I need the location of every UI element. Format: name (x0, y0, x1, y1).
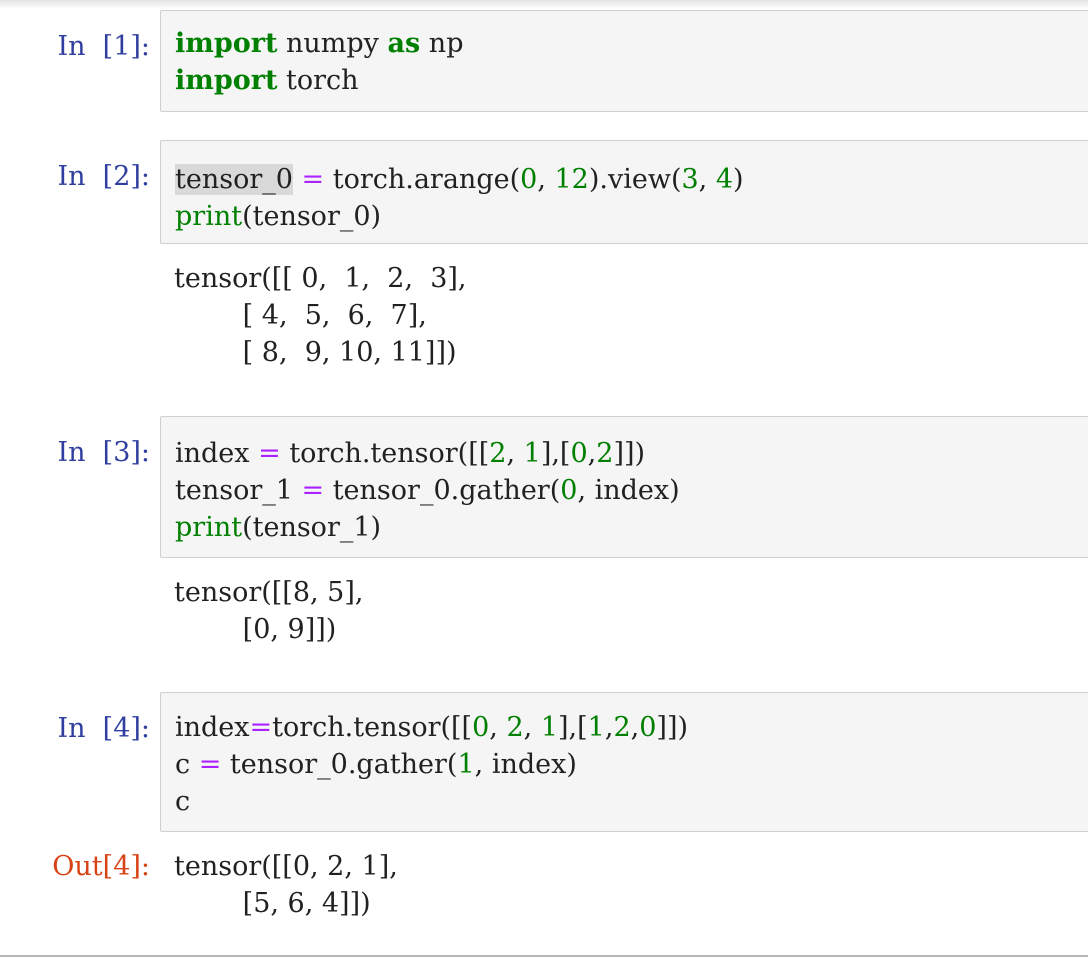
code-line: tensor_0 = torch.arange(0, 12).view(3, 4… (175, 161, 744, 198)
code-token: 1 (587, 712, 605, 743)
code-token: , index) (474, 749, 577, 780)
output-line: [5, 6, 4]]) (174, 888, 371, 919)
code-token: tensor_1 (175, 475, 302, 506)
code-token: import (175, 28, 278, 59)
code-cell-4[interactable]: In [4]: index=torch.tensor([[0, 2, 1],[1… (0, 692, 1088, 942)
code-line: index = torch.tensor([[2, 1],[0,2]]) (175, 435, 645, 472)
code-token: index (175, 712, 250, 743)
code-token: , (537, 164, 555, 195)
code-token: , (506, 438, 524, 469)
code-token: c (175, 749, 199, 780)
code-token: ) (733, 164, 744, 195)
code-token: 2 (596, 438, 614, 469)
code-cell-3[interactable]: In [3]: index = torch.tensor([[2, 1],[0,… (0, 416, 1088, 662)
code-token: 0 (520, 164, 538, 195)
code-token: ],[ (540, 438, 571, 469)
code-token: , (523, 712, 541, 743)
code-token: = (301, 475, 325, 506)
code-token: numpy (277, 28, 388, 59)
code-token: 1 (523, 438, 541, 469)
code-token: 12 (554, 164, 589, 195)
code-cell-2[interactable]: In [2]: tensor_0 = torch.arange(0, 12).v… (0, 140, 1088, 384)
output-line: [ 8, 9, 10, 11]]) (174, 337, 457, 368)
notebook-bottom-border (0, 955, 1088, 957)
code-token: 2 (489, 438, 507, 469)
output-line: tensor([[0, 2, 1], (174, 851, 398, 882)
code-token: torch.tensor([[ (272, 712, 473, 743)
code-token: (tensor_1) (242, 512, 382, 543)
selected-text: tensor_0 (175, 164, 293, 195)
code-token: , (698, 164, 716, 195)
code-token: print (175, 201, 243, 232)
input-prompt: In [3]: (57, 437, 150, 468)
code-token: 0 (639, 712, 657, 743)
code-token: ).view( (588, 164, 682, 195)
input-prompt: In [1]: (57, 31, 150, 62)
output-line: [ 4, 5, 6, 7], (174, 300, 427, 331)
code-token: , (630, 712, 640, 743)
code-token: 0 (472, 712, 490, 743)
code-token: 1 (540, 712, 558, 743)
code-token: ]]) (613, 438, 646, 469)
code-token: = (249, 712, 273, 743)
code-line: c (175, 783, 190, 820)
code-editor[interactable]: tensor_0 = torch.arange(0, 12).view(3, 4… (160, 140, 1088, 244)
code-token: , (489, 712, 507, 743)
output-line: [0, 9]]) (174, 614, 337, 645)
code-token: 3 (681, 164, 699, 195)
top-shadow (0, 0, 1088, 9)
code-editor[interactable]: index=torch.tensor([[0, 2, 1],[1,2,0]]) … (160, 692, 1088, 832)
code-cell-1[interactable]: In [1]: import numpy as np import torch (0, 10, 1088, 112)
code-token: 0 (570, 438, 588, 469)
output-line: tensor([[ 0, 1, 2, 3], (174, 263, 467, 294)
code-token: np (420, 28, 464, 59)
code-editor[interactable]: index = torch.tensor([[2, 1],[0,2]]) ten… (160, 416, 1088, 558)
code-line: tensor_1 = tensor_0.gather(0, index) (175, 472, 680, 509)
input-prompt: In [2]: (57, 161, 150, 192)
code-token: 0 (560, 475, 578, 506)
code-token: as (387, 28, 421, 59)
code-token: c (175, 786, 191, 817)
code-token: import (175, 65, 278, 96)
code-token: 2 (613, 712, 631, 743)
code-line: index=torch.tensor([[0, 2, 1],[1,2,0]]) (175, 709, 688, 746)
code-token: 2 (506, 712, 524, 743)
code-token: = (301, 164, 325, 195)
code-token: , (587, 438, 597, 469)
code-token: = (258, 438, 281, 469)
input-prompt: In [4]: (57, 713, 150, 744)
code-line: print(tensor_1) (175, 509, 381, 546)
code-token: , index) (577, 475, 680, 506)
code-token: torch.arange( (324, 164, 521, 195)
code-token: ]]) (656, 712, 689, 743)
output-line: tensor([[8, 5], (174, 577, 364, 608)
code-line: import numpy as np (175, 25, 463, 62)
code-token: 1 (457, 749, 475, 780)
code-editor[interactable]: import numpy as np import torch (160, 10, 1088, 112)
code-token: torch.tensor([[ (280, 438, 490, 469)
code-token: = (198, 749, 222, 780)
code-line: c = tensor_0.gather(1, index) (175, 746, 577, 783)
code-line: print(tensor_0) (175, 198, 381, 235)
code-token: 4 (715, 164, 734, 195)
output-prompt: Out[4]: (52, 851, 150, 882)
code-token: tensor_0.gather( (221, 749, 458, 780)
code-token: (tensor_0) (242, 201, 382, 232)
code-token: ],[ (558, 712, 588, 743)
code-line: import torch (175, 62, 359, 99)
code-token: tensor_0.gather( (324, 475, 561, 506)
code-token: print (175, 512, 243, 543)
code-token: index (175, 438, 259, 469)
code-token: torch (277, 65, 359, 96)
